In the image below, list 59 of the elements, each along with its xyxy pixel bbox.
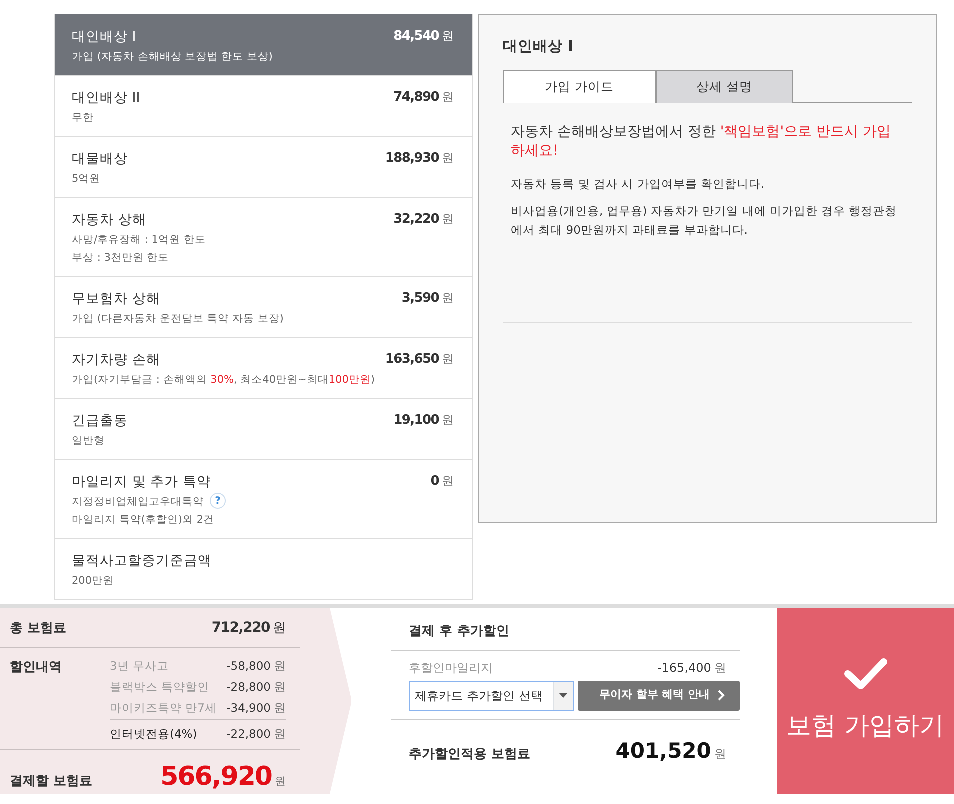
coverage-price: 188,930 원: [385, 150, 454, 168]
mileage-label: 후할인마일리지: [409, 660, 494, 676]
payable-label: 결제할 보험료: [10, 773, 93, 791]
coverage-price: 84,540 원: [394, 28, 454, 46]
coverage-price: 74,890 원: [394, 89, 454, 107]
coverage-title: 무보험차 상해: [72, 290, 162, 309]
coverage-title: 마일리지 및 추가 특약: [72, 473, 212, 492]
coverage-price: 163,650 원: [385, 351, 454, 369]
help-icon[interactable]: ?: [210, 493, 226, 509]
tab[interactable]: 상세 설명: [656, 70, 793, 104]
coverage-title: 자동차 상해: [72, 211, 148, 230]
guide-text: 자동차 등록 및 검사 시 가입여부를 확인합니다.: [511, 176, 766, 194]
discount-name: 3년 무사고: [110, 658, 169, 675]
coverage-detail: 지정정비업체입고우대특약: [72, 495, 204, 510]
coverage-price: 0 원: [430, 473, 454, 491]
coverage-title: 긴급출동: [72, 412, 128, 431]
guide-text: 비사업용(개인용, 업무용) 자동차가 만기일 내에 미가입한 경우 행정관청에서 최대 90만원까지 과태료를 부과합니다.: [511, 203, 898, 240]
panel-title: 대인배상 I: [503, 39, 574, 56]
discount-section-title: 결제 후 추가할인: [408, 623, 510, 641]
coverage-title: 대인배상 II: [72, 89, 140, 108]
coverage-detail: 부상 : 3천만원 한도: [72, 251, 170, 266]
discount-amount: -22,800 원: [226, 726, 286, 743]
coverage-detail: 가입 (자동차 손해배상 보장법 한도 보상): [72, 50, 273, 65]
coverage-detail: 일반형: [72, 434, 105, 449]
payable-amount: 566,920 원: [160, 761, 286, 794]
discount-name: 블랙박스 특약할인: [110, 679, 210, 696]
coverage-detail: 마일리지 특약(후할인)외 2건: [72, 513, 215, 528]
coverage-detail: 가입 (다른자동차 운전담보 특약 자동 보장): [72, 312, 284, 327]
dropdown-caret-icon[interactable]: [553, 682, 574, 710]
coverage-detail: 5억원: [72, 172, 101, 187]
discount-amount: -28,800 원: [226, 679, 286, 696]
tab[interactable]: 가입 가이드: [503, 70, 656, 104]
coverage-title: 물적사고할증기준금액: [72, 552, 212, 571]
coverage-detail: 가입(자기부담금 : 손해액의 30%, 최소40만원~최대 100만원): [72, 373, 375, 388]
discount-name: 인터넷전용(4%): [110, 726, 198, 743]
installment-info-button[interactable]: 무이자 할부 혜택 안내: [578, 680, 740, 710]
applied-amount: 401,520 원: [616, 738, 726, 764]
card-discount-select[interactable]: 제휴카드 추가할인 선택: [409, 680, 574, 710]
check-icon: [844, 657, 888, 692]
applied-label: 추가할인적용 보험료: [409, 746, 531, 764]
coverage-title: 자기차량 손해: [72, 351, 162, 370]
coverage-title: 대인배상 I: [72, 28, 138, 47]
coverage-price: 19,100 원: [394, 412, 454, 430]
coverage-detail: 200만원: [72, 574, 114, 589]
coverage-detail: 사망/후유장해 : 1억원 한도: [72, 233, 206, 248]
discount-label: 할인내역: [10, 659, 63, 677]
chevron-right-icon: [718, 690, 726, 701]
discount-amount: -34,900 원: [226, 700, 286, 717]
total-label: 총 보험료: [10, 620, 67, 638]
coverage-price: 32,220 원: [394, 211, 454, 229]
coverage-title: 대물배상: [72, 150, 128, 169]
discount-amount: -58,800 원: [226, 658, 286, 675]
mileage-amount: -165,400 원: [657, 660, 726, 676]
total-amount: 712,220 원: [212, 619, 286, 638]
coverage-item[interactable]: 대인배상 I 가입 (자동차 손해배상 보장법 한도 보상) 84,540 원: [55, 14, 472, 75]
guide-headline: 자동차 손해배상보장법에서 정한 '책임보험'으로 반드시 가입하세요!: [511, 123, 892, 162]
discount-name: 마이키즈특약 만7세: [110, 700, 217, 717]
coverage-price: 3,590 원: [402, 290, 454, 308]
coverage-detail: 무한: [72, 111, 94, 126]
